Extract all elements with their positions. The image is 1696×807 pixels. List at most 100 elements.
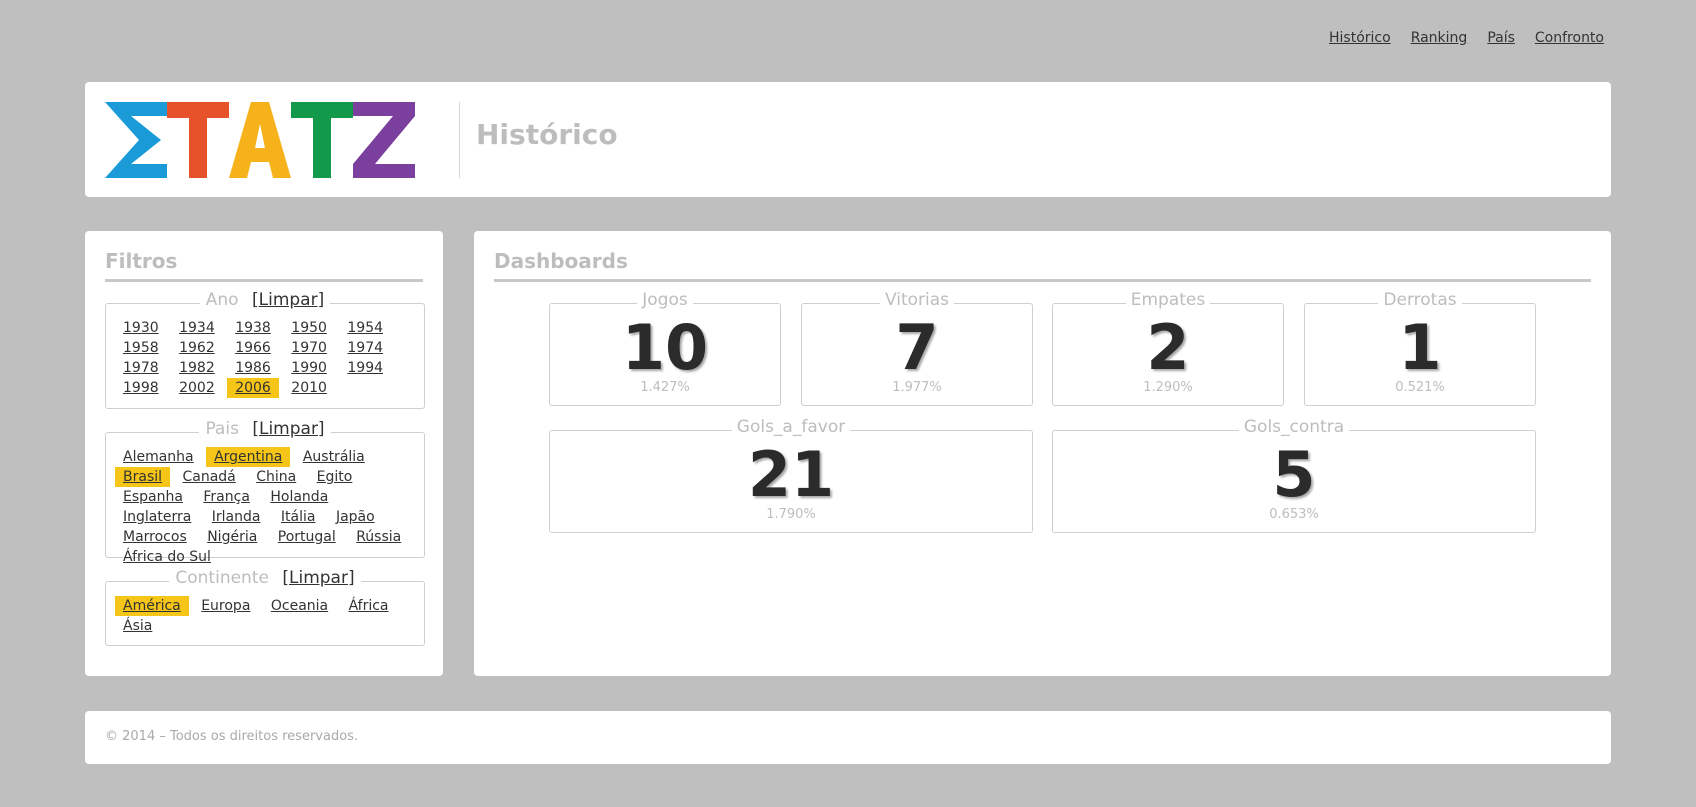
logo-letter-t2 [291, 102, 353, 178]
filter-option-pais[interactable]: Canadá [174, 467, 243, 487]
filter-option-ano[interactable]: 2002 [171, 378, 223, 398]
filter-option-pais[interactable]: Brasil [115, 467, 171, 487]
card-label-jogos: Jogos [637, 292, 693, 309]
filter-label-pais: Pais [205, 419, 239, 439]
logo-letter-a [229, 102, 291, 178]
filter-option-pais[interactable]: França [195, 487, 258, 507]
filter-option-ano[interactable]: 1974 [339, 338, 391, 358]
filter-option-pais[interactable]: Alemanha [115, 447, 202, 467]
filter-option-continente[interactable]: África [341, 596, 397, 616]
card-value-gols-a-favor: 21 [747, 438, 835, 511]
filter-option-pais[interactable]: Japão [328, 507, 383, 527]
card-value-gols-contra: 5 [1272, 438, 1316, 511]
card-pct-jogos: 1.427% [640, 380, 690, 395]
filter-option-ano[interactable]: 1958 [115, 338, 167, 358]
filter-items-ano: 1930 1934 1938 1950 1954 1958 1962 1966 … [115, 318, 418, 398]
filter-option-pais[interactable]: Holanda [262, 487, 336, 507]
card-value-vitorias: 7 [895, 311, 939, 384]
filter-option-ano[interactable]: 1954 [339, 318, 391, 338]
dashboards-title-underline [494, 279, 1591, 282]
filter-option-ano[interactable]: 1998 [115, 378, 167, 398]
card-pct-vitorias: 1.977% [892, 380, 942, 395]
nav-link-historico[interactable]: Histórico [1329, 30, 1391, 46]
filter-option-ano[interactable]: 1994 [339, 358, 391, 378]
filter-option-pais[interactable]: Espanha [115, 487, 191, 507]
filter-option-ano[interactable]: 1970 [283, 338, 335, 358]
filter-option-pais[interactable]: China [248, 467, 304, 487]
clear-pais-button[interactable]: [Limpar] [252, 419, 324, 439]
dashboards-title: Dashboards [494, 249, 628, 273]
filter-option-pais[interactable]: Itália [273, 507, 324, 527]
header-divider [459, 102, 460, 178]
card-label-derrotas: Derrotas [1378, 292, 1462, 309]
footer-panel: © 2014 – Todos os direitos reservados. [85, 711, 1611, 764]
card-label-gols-a-favor: Gols_a_favor [731, 419, 851, 436]
card-derrotas: Derrotas 1 0.521% [1304, 292, 1536, 406]
filter-option-continente[interactable]: Oceania [263, 596, 336, 616]
filter-option-ano[interactable]: 1930 [115, 318, 167, 338]
filter-option-ano[interactable]: 1990 [283, 358, 335, 378]
filter-option-ano[interactable]: 2006 [227, 378, 279, 398]
card-label-empates: Empates [1125, 292, 1211, 309]
filter-items-continente: América Europa Oceania África Ásia [115, 596, 418, 636]
card-gols-a-favor: Gols_a_favor 21 1.790% [549, 419, 1033, 533]
filter-option-pais[interactable]: Portugal [270, 527, 344, 547]
filter-group-pais: Pais [Limpar] Alemanha Argentina Austrál… [105, 421, 425, 565]
card-pct-empates: 1.290% [1143, 380, 1193, 395]
card-pct-gols-contra: 0.653% [1269, 507, 1319, 522]
filter-option-ano[interactable]: 1966 [227, 338, 279, 358]
filter-group-continente: Continente [Limpar] América Europa Ocean… [105, 570, 425, 646]
filter-option-continente[interactable]: Europa [193, 596, 258, 616]
filter-option-ano[interactable]: 1982 [171, 358, 223, 378]
dashboards-panel: Dashboards Jogos 10 1.427% Vitorias 7 1.… [474, 231, 1611, 676]
filter-option-ano[interactable]: 1962 [171, 338, 223, 358]
filter-option-pais[interactable]: África do Sul [115, 547, 219, 567]
filter-option-pais[interactable]: Argentina [206, 447, 291, 467]
filter-option-ano[interactable]: 1950 [283, 318, 335, 338]
nav-link-confronto[interactable]: Confronto [1535, 30, 1604, 46]
logo-letter-t1 [167, 102, 229, 178]
filter-label-continente: Continente [175, 568, 269, 588]
card-value-derrotas: 1 [1398, 311, 1442, 384]
card-value-empates: 2 [1146, 311, 1190, 384]
card-empates: Empates 2 1.290% [1052, 292, 1284, 406]
filter-option-pais[interactable]: Rússia [348, 527, 409, 547]
filter-items-pais: Alemanha Argentina Austrália Brasil Cana… [115, 447, 418, 567]
filter-option-ano[interactable]: 1938 [227, 318, 279, 338]
logo-letter-s [105, 102, 167, 178]
card-value-jogos: 10 [621, 311, 709, 384]
card-label-vitorias: Vitorias [879, 292, 955, 309]
filter-option-pais[interactable]: Egito [309, 467, 361, 487]
filters-title: Filtros [105, 249, 178, 273]
filter-option-ano[interactable]: 1978 [115, 358, 167, 378]
filter-option-pais[interactable]: Irlanda [204, 507, 269, 527]
nav-link-ranking[interactable]: Ranking [1411, 30, 1468, 46]
card-pct-gols-a-favor: 1.790% [766, 507, 816, 522]
filter-option-pais[interactable]: Inglaterra [115, 507, 199, 527]
card-gols-contra: Gols_contra 5 0.653% [1052, 419, 1536, 533]
filter-option-pais[interactable]: Nigéria [199, 527, 265, 547]
filter-option-ano[interactable]: 1934 [171, 318, 223, 338]
filters-panel: Filtros Ano [Limpar] 1930 1934 1938 1950… [85, 231, 443, 676]
footer-copyright: © 2014 – Todos os direitos reservados. [105, 729, 359, 744]
card-vitorias: Vitorias 7 1.977% [801, 292, 1033, 406]
top-nav: Histórico Ranking País Confronto [1329, 30, 1604, 46]
filter-group-ano: Ano [Limpar] 1930 1934 1938 1950 1954 19… [105, 292, 425, 409]
filter-option-continente[interactable]: América [115, 596, 189, 616]
filters-title-underline [105, 279, 423, 282]
filter-option-ano[interactable]: 2010 [283, 378, 335, 398]
logo-letter-z [353, 102, 415, 178]
clear-ano-button[interactable]: [Limpar] [252, 290, 324, 310]
nav-link-pais[interactable]: País [1487, 30, 1515, 46]
page-title: Histórico [476, 118, 618, 151]
statz-logo[interactable] [105, 102, 415, 178]
card-pct-derrotas: 0.521% [1395, 380, 1445, 395]
card-jogos: Jogos 10 1.427% [549, 292, 781, 406]
filter-option-pais[interactable]: Austrália [295, 447, 373, 467]
filter-option-ano[interactable]: 1986 [227, 358, 279, 378]
filter-label-ano: Ano [205, 290, 239, 310]
clear-continente-button[interactable]: [Limpar] [282, 568, 354, 588]
filter-option-pais[interactable]: Marrocos [115, 527, 195, 547]
filter-option-continente[interactable]: Ásia [115, 616, 160, 636]
header-panel: Histórico [85, 82, 1611, 197]
